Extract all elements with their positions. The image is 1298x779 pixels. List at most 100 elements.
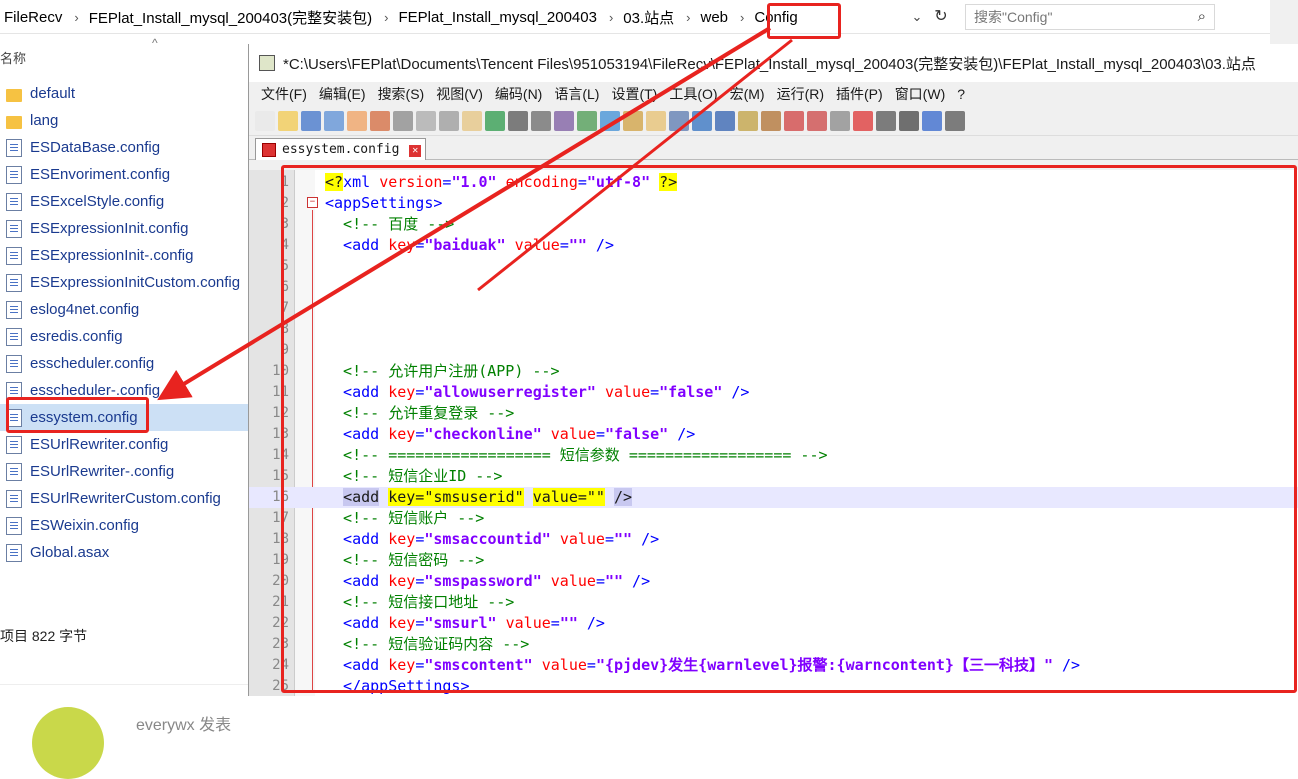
toolbar-button-icon[interactable] [922, 110, 942, 131]
refresh-icon[interactable]: ↻ [930, 6, 952, 28]
toolbar-button-icon[interactable] [278, 110, 298, 131]
menu-item[interactable]: ? [951, 86, 971, 102]
toolbar-button-icon[interactable] [692, 110, 712, 131]
toolbar-button-icon[interactable] [669, 110, 689, 131]
annotation-box-essystem [6, 397, 149, 433]
file-list-item[interactable]: ESExpressionInit-.config [0, 242, 250, 269]
toolbar-button-icon[interactable] [623, 110, 643, 131]
file-name: lang [30, 112, 59, 129]
background-page: everywx 发表 [0, 684, 250, 779]
file-list-item[interactable]: esscheduler.config [0, 350, 250, 377]
config-file-icon [6, 516, 22, 535]
toolbar-button-icon[interactable] [853, 110, 873, 131]
file-list-item[interactable]: ESExpressionInitCustom.config [0, 269, 250, 296]
menu-item[interactable]: 文件(F) [255, 84, 313, 104]
window-title-bar: *C:\Users\FEPlat\Documents\Tencent Files… [249, 44, 1298, 82]
file-name: ESUrlRewriter-.config [30, 463, 175, 480]
menu-item[interactable]: 视图(V) [430, 84, 489, 104]
toolbar-button-icon[interactable] [715, 110, 735, 131]
file-name: ESUrlRewriter.config [30, 436, 169, 453]
config-file-icon [6, 273, 22, 292]
toolbar-button-icon[interactable] [784, 110, 804, 131]
toolbar-button-icon[interactable] [554, 110, 574, 131]
toolbar-button-icon[interactable] [600, 110, 620, 131]
file-name: ESEnvoriment.config [30, 166, 171, 183]
tab-essystem-config[interactable]: essystem.config ✕ [255, 138, 427, 160]
close-icon[interactable]: ✕ [409, 145, 422, 157]
toolbar-button-icon[interactable] [301, 110, 321, 131]
file-name: esscheduler.config [30, 355, 155, 372]
file-list-item[interactable]: ESUrlRewriterCustom.config [0, 485, 250, 512]
window-title: *C:\Users\FEPlat\Documents\Tencent Files… [283, 55, 1256, 73]
breadcrumb-separator-icon: › [740, 9, 745, 25]
toolbar-button-icon[interactable] [485, 110, 505, 131]
file-list-item[interactable]: lang [0, 107, 250, 134]
breadcrumb-item[interactable]: web [697, 9, 735, 26]
file-list-item[interactable]: ESExpressionInit.config [0, 215, 250, 242]
menu-item[interactable]: 设置(T) [605, 84, 663, 104]
search-input[interactable]: 搜索"Config" ⌕ [965, 4, 1215, 30]
folder-icon [6, 88, 22, 102]
search-icon: ⌕ [1197, 8, 1206, 25]
file-list-item[interactable]: Global.asax [0, 539, 250, 566]
menu-item[interactable]: 运行(R) [771, 84, 830, 104]
toolbar-button-icon[interactable] [761, 110, 781, 131]
toolbar-button-icon[interactable] [255, 110, 275, 131]
toolbar-button-icon[interactable] [945, 110, 965, 131]
toolbar-button-icon[interactable] [370, 110, 390, 131]
file-list-item[interactable]: eslog4net.config [0, 296, 250, 323]
file-list-item[interactable]: ESDataBase.config [0, 134, 250, 161]
config-file-icon [6, 192, 22, 211]
toolbar-button-icon[interactable] [807, 110, 827, 131]
toolbar-button-icon[interactable] [439, 110, 459, 131]
toolbar-button-icon[interactable] [531, 110, 551, 131]
toolbar-button-icon[interactable] [393, 110, 413, 131]
toolbar-button-icon[interactable] [577, 110, 597, 131]
file-name: ESWeixin.config [30, 517, 139, 534]
menu-item[interactable]: 宏(M) [724, 84, 771, 104]
chevron-down-icon[interactable]: ⌄ [906, 6, 928, 28]
breadcrumb-item[interactable]: 03.站点 [619, 7, 680, 28]
breadcrumb-separator-icon: › [686, 9, 691, 25]
toolbar-button-icon[interactable] [347, 110, 367, 131]
menu-item[interactable]: 语言(L) [548, 84, 605, 104]
toolbar-button-icon[interactable] [508, 110, 528, 131]
menu-item[interactable]: 窗口(W) [889, 84, 952, 104]
file-list-item[interactable]: ESUrlRewriter.config [0, 431, 250, 458]
breadcrumb-item[interactable]: FEPlat_Install_mysql_200403 [395, 9, 603, 26]
asax-file-icon [6, 543, 22, 562]
file-list-item[interactable]: ESUrlRewriter-.config [0, 458, 250, 485]
breadcrumb-item[interactable]: FileRecv [0, 9, 68, 26]
address-bar: FileRecv › FEPlat_Install_mysql_200403(完整安… [0, 0, 1298, 34]
sort-indicator-icon: ^ [152, 36, 158, 50]
toolbar-button-icon[interactable] [416, 110, 436, 131]
menu-item[interactable]: 插件(P) [830, 84, 889, 104]
toolbar-button-icon[interactable] [899, 110, 919, 131]
toolbar-button-icon[interactable] [324, 110, 344, 131]
file-list-item[interactable]: ESExcelStyle.config [0, 188, 250, 215]
toolbar-button-icon[interactable] [876, 110, 896, 131]
unsaved-file-icon [262, 143, 276, 157]
toolbar-button-icon[interactable] [830, 110, 850, 131]
file-list-item[interactable]: ESEnvoriment.config [0, 161, 250, 188]
toolbar-button-icon[interactable] [738, 110, 758, 131]
menu-item[interactable]: 编码(N) [489, 84, 548, 104]
file-list-item[interactable]: ESWeixin.config [0, 512, 250, 539]
column-header-name[interactable]: 名称 [0, 48, 26, 67]
file-list-item[interactable]: default [0, 80, 250, 107]
config-file-icon [6, 138, 22, 157]
avatar [32, 707, 104, 779]
toolbar-button-icon[interactable] [462, 110, 482, 131]
menu-item[interactable]: 编辑(E) [313, 84, 372, 104]
file-name: esredis.config [30, 328, 123, 345]
breadcrumb-separator-icon: › [608, 9, 614, 25]
tab-bar: essystem.config ✕ [249, 136, 1298, 160]
breadcrumb-item[interactable]: FEPlat_Install_mysql_200403(完整安装包) [85, 7, 378, 28]
file-name: eslog4net.config [30, 301, 140, 318]
toolbar [249, 106, 1298, 136]
status-bar-text: 项目 822 字节 [0, 628, 88, 644]
menu-item[interactable]: 搜索(S) [372, 84, 431, 104]
menu-item[interactable]: 工具(O) [663, 84, 723, 104]
toolbar-button-icon[interactable] [646, 110, 666, 131]
file-list-item[interactable]: esredis.config [0, 323, 250, 350]
